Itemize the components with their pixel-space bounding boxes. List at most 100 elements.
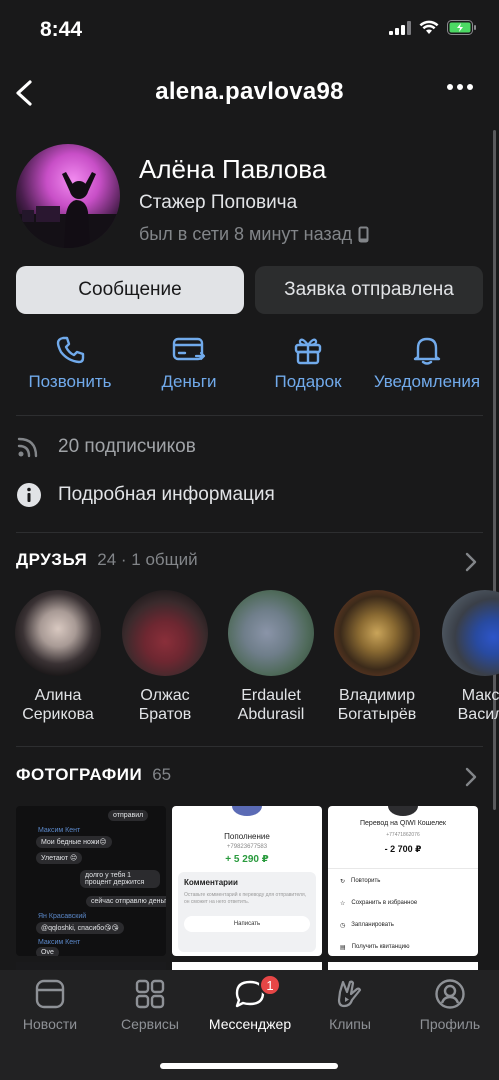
photos-grid: отправил Максим Кент Мои бедные ножи😔 Ул… bbox=[16, 806, 499, 970]
followers-row[interactable]: 20 подписчиков bbox=[16, 435, 196, 459]
action-money[interactable]: Деньги bbox=[134, 334, 244, 392]
online-status: был в сети 8 минут назад bbox=[139, 224, 369, 245]
friend-last-name: Василе bbox=[457, 706, 499, 723]
chat-sender: Ян Красавский bbox=[38, 913, 87, 920]
status-icons bbox=[389, 20, 477, 35]
receipt-logo bbox=[388, 806, 418, 816]
tab-services[interactable]: Сервисы bbox=[105, 978, 195, 1032]
avatar-silhouette-icon bbox=[16, 172, 120, 248]
friend-last-name: Братов bbox=[138, 706, 192, 723]
comments-text: Оставьте комментарий к переводу для отпр… bbox=[184, 892, 307, 905]
receipt-title: Пополнение bbox=[224, 832, 270, 841]
news-icon bbox=[35, 979, 65, 1009]
photo-thumbnail[interactable] bbox=[328, 962, 478, 970]
chat-bubble: Ove bbox=[36, 947, 59, 956]
chat-sender: Максим Кент bbox=[38, 939, 81, 946]
profile-name: Алёна Павлова bbox=[139, 154, 327, 184]
details-row[interactable]: Подробная информация bbox=[16, 482, 275, 508]
friend-item[interactable]: Олжас Братов bbox=[110, 590, 220, 724]
action-notifications[interactable]: Уведомления bbox=[372, 334, 482, 392]
action-call[interactable]: Позвонить bbox=[15, 334, 125, 392]
chat-bubble: Улетают 😔 bbox=[36, 852, 83, 864]
chat-sender: Максим Кент bbox=[38, 827, 81, 834]
details-text: Подробная информация bbox=[58, 484, 275, 505]
tab-clips-label: Клипы bbox=[329, 1016, 371, 1032]
receipt-logo bbox=[232, 806, 262, 816]
more-dot-icon bbox=[447, 84, 453, 90]
chat-bubble: Мои бедные ножи😔 bbox=[36, 836, 112, 848]
tab-profile-label: Профиль bbox=[419, 1016, 481, 1032]
transfer-option: ◷ Запланировать bbox=[340, 922, 394, 929]
friend-name: Олжас Братов bbox=[139, 686, 192, 724]
more-dot-icon bbox=[467, 84, 473, 90]
action-notifications-label: Уведомления bbox=[373, 372, 481, 391]
tab-services-label: Сервисы bbox=[120, 1016, 179, 1032]
chevron-right-icon bbox=[465, 767, 477, 787]
tab-profile[interactable]: Профиль bbox=[405, 978, 495, 1032]
friend-avatar bbox=[228, 590, 314, 676]
friend-first-name: Алина bbox=[34, 687, 82, 704]
action-gift[interactable]: Подарок bbox=[253, 334, 363, 392]
message-button[interactable]: Сообщение bbox=[16, 266, 244, 314]
friend-item[interactable]: Erdaulet Abdurasil bbox=[216, 590, 326, 724]
friend-first-name: Олжас bbox=[140, 687, 190, 704]
photos-title: ФОТОГРАФИИ bbox=[16, 765, 143, 784]
unread-badge: 1 bbox=[259, 974, 281, 996]
friends-list: Алина Серикова Олжас Братов Erdaulet Abd… bbox=[0, 590, 499, 730]
phone-icon bbox=[56, 336, 85, 364]
friend-last-name: Серикова bbox=[22, 706, 94, 723]
option-label: Повторить bbox=[351, 878, 381, 884]
photo-thumbnail[interactable]: Пополнение +79823677583 + 5 290 ₽ Коммен… bbox=[172, 806, 322, 956]
services-icon bbox=[135, 979, 165, 1009]
friend-name: Erdaulet Abdurasil bbox=[238, 686, 305, 724]
tab-news[interactable]: Новости bbox=[5, 978, 95, 1032]
chat-bubble: долго у тебя 1 процент держится bbox=[80, 870, 160, 888]
mobile-phone-icon bbox=[358, 226, 369, 243]
friend-avatar bbox=[442, 590, 499, 676]
chat-bubble: @qqloshki, спасибо😘😘 bbox=[36, 922, 124, 934]
followers-text: 20 подписчиков bbox=[58, 436, 196, 457]
action-call-label: Позвонить bbox=[28, 372, 112, 391]
photo-thumbnail[interactable] bbox=[16, 962, 166, 970]
photo-thumbnail[interactable]: Перевод на QIWI Кошелек +77471862076 - 2… bbox=[328, 806, 478, 956]
bell-icon bbox=[413, 337, 441, 365]
online-status-text: был в сети 8 минут назад bbox=[139, 224, 353, 244]
action-gift-label: Подарок bbox=[274, 372, 342, 391]
transfer-option: ☆ Сохранить в избранное bbox=[340, 900, 417, 907]
more-dot-icon bbox=[457, 84, 463, 90]
friend-item[interactable]: Макси Василе bbox=[430, 590, 499, 724]
receipt-icon: ▤ bbox=[340, 945, 346, 951]
signal-icon bbox=[389, 20, 411, 35]
photo-thumbnail[interactable]: отправил Максим Кент Мои бедные ножи😔 Ул… bbox=[16, 806, 166, 956]
action-money-label: Деньги bbox=[161, 372, 217, 391]
info-icon bbox=[17, 483, 41, 507]
friend-request-sent-button[interactable]: Заявка отправлена bbox=[255, 266, 483, 314]
battery-icon bbox=[447, 20, 476, 35]
photos-count: 65 bbox=[152, 765, 172, 784]
friend-last-name: Abdurasil bbox=[237, 706, 305, 723]
friend-first-name: Erdaulet bbox=[241, 687, 301, 704]
comments-card: Комментарии Оставьте комментарий к перев… bbox=[178, 872, 316, 952]
home-indicator[interactable] bbox=[160, 1063, 338, 1069]
friend-avatar bbox=[334, 590, 420, 676]
money-card-icon bbox=[172, 337, 206, 361]
photos-header[interactable]: ФОТОГРАФИИ 65 bbox=[16, 765, 483, 787]
friend-item[interactable]: Алина Серикова bbox=[3, 590, 113, 724]
status-bar: 8:44 bbox=[0, 0, 499, 62]
divider bbox=[16, 746, 483, 747]
divider bbox=[16, 532, 483, 533]
photo-thumbnail[interactable] bbox=[172, 962, 322, 970]
friends-header[interactable]: ДРУЗЬЯ 24 · 1 общий bbox=[16, 550, 483, 572]
friend-name: Владимир Богатырёв bbox=[338, 686, 417, 724]
more-options-button[interactable] bbox=[447, 84, 473, 90]
tab-messenger[interactable]: 1 Мессенджер bbox=[205, 974, 295, 1032]
friend-item[interactable]: Владимир Богатырёв bbox=[322, 590, 432, 724]
transfer-phone: +77471862076 bbox=[386, 832, 420, 838]
profile-status: Стажер Поповича bbox=[139, 192, 298, 213]
tab-clips[interactable]: Клипы bbox=[305, 978, 395, 1032]
repeat-icon: ↻ bbox=[340, 879, 346, 885]
profile-actions: Позвонить Деньги Подарок Уведомления bbox=[0, 334, 499, 404]
profile-avatar[interactable] bbox=[16, 144, 120, 248]
receipt-phone: +79823677583 bbox=[226, 844, 268, 850]
tab-messenger-label: Мессенджер bbox=[208, 1016, 292, 1032]
